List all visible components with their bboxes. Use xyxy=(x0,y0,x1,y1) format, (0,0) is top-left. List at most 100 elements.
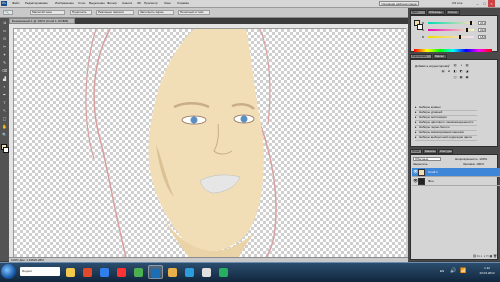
menu-filter[interactable]: Фильтр xyxy=(107,1,117,6)
color-spectrum[interactable] xyxy=(414,49,492,52)
taskbar-player-button[interactable] xyxy=(182,265,197,279)
menu-bar: Ps Файл Редактирование Изображение Слои … xyxy=(0,0,500,8)
threshold-icon[interactable]: ▣ xyxy=(465,75,469,79)
levels-icon[interactable]: ▥ xyxy=(453,63,457,67)
options-bar: 🔍 Масштаб окон Подогнать Реальные пиксел… xyxy=(0,8,408,18)
yandex-icon xyxy=(117,268,126,277)
layer-row-selected[interactable]: 👁 Слой 1 xyxy=(412,168,500,177)
marquee-tool-icon[interactable]: ▭ xyxy=(1,28,8,34)
layers-panel: Обычные Непрозрачность: 100% Закрепить: … xyxy=(410,154,500,260)
dodge-tool-icon[interactable]: ◐ xyxy=(1,84,8,90)
taskbar-browser-button[interactable] xyxy=(80,265,95,279)
slider-knob[interactable] xyxy=(459,35,462,39)
path-select-tool-icon[interactable]: ↖ xyxy=(1,108,8,114)
crop-tool-icon[interactable]: ✂ xyxy=(1,44,8,50)
workspace-switcher[interactable]: Основная рабочая среда xyxy=(379,1,419,6)
photoshop-logo-icon: Ps xyxy=(1,1,7,6)
menu-3d[interactable]: 3D xyxy=(137,1,141,6)
opacity-field[interactable]: Непрозрачность: 100% xyxy=(455,157,487,161)
adjustments-panel: Добавить корректировку ☼ ▥ ◑ ▨ ▤ ⊟ ◧ ◩ ◪… xyxy=(410,59,498,147)
invert-icon[interactable]: ◫ xyxy=(453,75,457,79)
blend-mode-select[interactable]: Обычные xyxy=(413,157,441,161)
app-icon xyxy=(219,268,228,277)
system-tray: EN 🔊 📶 1:12 23.03.2013 xyxy=(438,263,500,282)
brush-tool-icon[interactable]: ✎ xyxy=(1,60,8,66)
network-icon[interactable]: 📶 xyxy=(460,268,466,274)
menu-edit[interactable]: Редактирование xyxy=(25,1,48,6)
posterize-icon[interactable]: ▦ xyxy=(459,75,463,79)
taskbar-explorer-button[interactable] xyxy=(63,265,78,279)
actual-pixels-button[interactable]: Реальные пиксели xyxy=(96,10,134,15)
lasso-tool-icon[interactable]: ʘ xyxy=(1,36,8,42)
volume-icon[interactable]: 🔊 xyxy=(450,268,456,274)
hue-saturation-icon[interactable]: ⊟ xyxy=(447,69,451,73)
menu-file[interactable]: Файл xyxy=(12,1,19,6)
taskbar-chrome-button[interactable] xyxy=(131,265,146,279)
black-white-icon[interactable]: ◩ xyxy=(459,69,463,73)
slider-knob[interactable] xyxy=(466,28,469,32)
taskbar-app-button[interactable] xyxy=(216,265,231,279)
move-tool-icon[interactable]: ⇲ xyxy=(1,20,8,26)
eye-icon[interactable]: 👁 xyxy=(413,170,418,174)
close-icon[interactable]: × xyxy=(488,0,495,7)
layers-footer-icons[interactable]: ⛓ fx ◐ ◑ ▭ ▦ 🗑 xyxy=(413,254,497,258)
print-size-button[interactable]: Печатный оттиск xyxy=(178,10,210,15)
chrome-icon xyxy=(134,268,143,277)
taskbar-photoshop-button[interactable] xyxy=(148,265,163,279)
heal-tool-icon[interactable]: ✦ xyxy=(1,52,8,58)
menu-window[interactable]: Окно xyxy=(164,1,171,6)
clock[interactable]: 1:12 23.03.2013 xyxy=(476,266,498,276)
yandex-2-icon xyxy=(202,268,211,277)
minimize-icon[interactable]: – xyxy=(474,0,481,7)
face-shape xyxy=(148,29,264,252)
vibrance-icon[interactable]: ▤ xyxy=(441,69,445,73)
taskbar-media-button[interactable] xyxy=(97,265,112,279)
clock-date: 23.03.2013 xyxy=(479,271,495,275)
color-balance-icon[interactable]: ◧ xyxy=(453,69,457,73)
eye-icon[interactable]: 👁 xyxy=(413,179,418,183)
panel-dock: Цвет Образцы Стили R 241 G 222 B 182 Кор… xyxy=(408,8,500,261)
photo-filter-icon[interactable]: ◪ xyxy=(465,69,469,73)
pen-tool-icon[interactable]: ✒ xyxy=(1,92,8,98)
layer-row[interactable]: 👁 Фон xyxy=(412,177,500,186)
menu-analysis[interactable]: Анализ xyxy=(122,1,132,6)
menu-view[interactable]: Просмотр xyxy=(144,1,158,6)
brightness-icon[interactable]: ☼ xyxy=(447,63,451,67)
preset-row[interactable]: ▸ Наборы выборочной коррекции цвета xyxy=(415,135,477,141)
language-indicator[interactable]: EN xyxy=(440,269,444,273)
curves-icon[interactable]: ◑ xyxy=(459,63,463,67)
shape-tool-icon[interactable]: ▢ xyxy=(1,116,8,122)
slider-knob[interactable] xyxy=(469,21,472,25)
taskbar-folder-button[interactable] xyxy=(165,265,180,279)
layer-thumbnail xyxy=(418,169,425,176)
resize-windows-button[interactable]: Масштаб окон xyxy=(30,10,65,15)
gradient-tool-icon[interactable]: ▟ xyxy=(1,76,8,82)
layer-thumbnail xyxy=(418,178,425,185)
search-input[interactable]: Яндекс xyxy=(20,267,60,276)
fit-button[interactable]: Подогнать xyxy=(70,10,92,15)
document-canvas[interactable] xyxy=(14,29,406,257)
tool-preset-picker[interactable]: 🔍 xyxy=(3,10,13,15)
menu-layers[interactable]: Слои xyxy=(78,1,85,6)
fill-screen-button[interactable]: Заполнить экран xyxy=(138,10,174,15)
portrait-artwork xyxy=(85,29,277,257)
eraser-tool-icon[interactable]: ⌫ xyxy=(1,68,8,74)
adjustments-title: Добавить корректировку xyxy=(415,64,450,68)
taskbar-yandex-button[interactable] xyxy=(114,265,129,279)
photoshop-icon xyxy=(151,269,160,278)
taskbar-yandex-2-button[interactable] xyxy=(199,265,214,279)
menu-select[interactable]: Выделение xyxy=(89,1,105,6)
menu-image[interactable]: Изображение xyxy=(55,1,74,6)
fill-field[interactable]: Заливка: 100% xyxy=(463,162,484,166)
hand-tool-icon[interactable]: ✋ xyxy=(1,124,8,130)
maximize-icon[interactable]: □ xyxy=(481,0,488,7)
explorer-icon xyxy=(66,268,75,277)
type-tool-icon[interactable]: T xyxy=(1,100,8,106)
zoom-tool-icon[interactable]: 🔍 xyxy=(1,132,8,138)
start-button[interactable] xyxy=(1,264,16,279)
hair-outline xyxy=(93,29,127,257)
cs-live-button[interactable]: CS Live xyxy=(452,1,463,6)
exposure-icon[interactable]: ▨ xyxy=(465,63,469,67)
browser-icon xyxy=(83,268,92,277)
menu-help[interactable]: Справка xyxy=(177,1,189,6)
